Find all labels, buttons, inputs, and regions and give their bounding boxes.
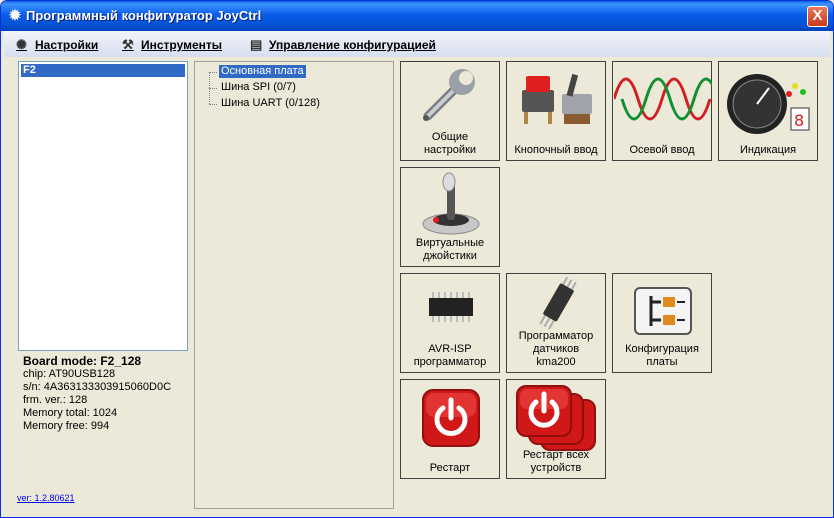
close-button[interactable]: X bbox=[807, 6, 828, 27]
chip-icon bbox=[429, 292, 473, 322]
device-list[interactable]: F2 bbox=[18, 61, 188, 351]
power-icon bbox=[422, 389, 480, 447]
tile-label-line: Виртуальные bbox=[415, 237, 485, 249]
tile-label-line: Общие bbox=[431, 131, 469, 143]
tree-node-main-board[interactable]: Основная плата bbox=[219, 65, 306, 78]
svg-text:8: 8 bbox=[794, 111, 804, 130]
gauge-icon: 8 bbox=[727, 74, 810, 134]
tile-label-line: настройки bbox=[423, 144, 477, 156]
tile-label-line: платы bbox=[646, 356, 678, 368]
sensor-chip-icon bbox=[539, 276, 577, 330]
menu-config-label: Управление конфигурацией bbox=[269, 38, 436, 52]
virtual-joysticks-label: Виртуальные джойстики bbox=[401, 237, 499, 263]
board-mode: Board mode: F2_128 bbox=[23, 354, 142, 368]
menu-tools-label: Инструменты bbox=[141, 38, 223, 52]
power-multi-icon bbox=[516, 385, 596, 451]
avr-isp-label: AVR-ISP программатор bbox=[401, 343, 499, 369]
tree-connector bbox=[209, 104, 217, 105]
restart-label: Рестарт bbox=[429, 462, 471, 474]
general-settings-label: Общие настройки bbox=[401, 131, 499, 157]
restart-all-label: Рестарт всех устройств bbox=[507, 449, 605, 475]
chip-info: chip: AT90USB128 bbox=[23, 368, 116, 380]
menu-config-management[interactable]: ▤ Управление конфигурацией bbox=[250, 37, 436, 53]
restart-tile[interactable]: Рестарт bbox=[400, 379, 500, 479]
axis-input-label: Осевой ввод bbox=[629, 144, 695, 156]
menu-settings[interactable]: ✺ Настройки bbox=[16, 37, 98, 53]
firmware-version: frm. ver.: 128 bbox=[23, 394, 88, 406]
joystick-icon bbox=[422, 172, 480, 235]
button-input-tile[interactable]: Кнопочный ввод bbox=[506, 61, 606, 161]
tile-label-line: устройств bbox=[530, 462, 582, 474]
sensor-programmer-label: Программатор датчиков kma200 bbox=[507, 330, 605, 369]
indication-label: Индикация bbox=[739, 144, 797, 156]
tile-label-line: программатор bbox=[413, 356, 487, 368]
tree-config-icon bbox=[634, 287, 692, 335]
menu-bar: ✺ Настройки ⚒ Инструменты ▤ Управление к… bbox=[4, 31, 830, 57]
restart-all-tile[interactable]: Рестарт всех устройств bbox=[506, 379, 606, 479]
indication-tile[interactable]: 8 Индикация bbox=[718, 61, 818, 161]
tile-label-line: Программатор bbox=[518, 330, 594, 342]
tile-label-line: датчиков bbox=[532, 343, 580, 355]
tree-node-spi[interactable]: Шина SPI (0/7) bbox=[219, 81, 298, 94]
title-bar[interactable]: ✹ Программный конфигуратор JoyCtrl X bbox=[1, 1, 833, 31]
tile-label-line: Рестарт всех bbox=[522, 449, 590, 461]
board-info: Board mode: F2_128 chip: AT90USB128 s/n:… bbox=[23, 355, 193, 433]
menu-settings-label: Настройки bbox=[35, 38, 99, 52]
tree-node-uart[interactable]: Шина UART (0/128) bbox=[219, 97, 322, 110]
version-link[interactable]: ver: 1.2.80621 bbox=[17, 493, 75, 503]
memory-free: Memory free: 994 bbox=[23, 420, 110, 432]
device-list-item-selected[interactable]: F2 bbox=[21, 64, 185, 77]
avr-isp-tile[interactable]: AVR-ISP программатор bbox=[400, 273, 500, 373]
window-title: Программный конфигуратор JoyCtrl bbox=[26, 8, 262, 23]
sensor-programmer-tile[interactable]: Программатор датчиков kma200 bbox=[506, 273, 606, 373]
board-config-tile[interactable]: Конфигурация платы bbox=[612, 273, 712, 373]
virtual-joysticks-tile[interactable]: Виртуальные джойстики bbox=[400, 167, 500, 267]
board-config-label: Конфигурация платы bbox=[613, 343, 711, 369]
tile-label-line: AVR-ISP bbox=[428, 343, 472, 355]
tile-label-line: Конфигурация bbox=[625, 343, 699, 355]
gear-icon: ✹ bbox=[7, 6, 23, 25]
wrench-icon: ⚒ bbox=[122, 37, 134, 52]
wrench-icon bbox=[423, 69, 475, 121]
config-icon: ▤ bbox=[250, 37, 263, 52]
tree-connector bbox=[209, 88, 217, 89]
gear-icon: ✺ bbox=[16, 37, 27, 52]
general-settings-tile[interactable]: Общие настройки bbox=[400, 61, 500, 161]
axis-input-tile[interactable]: Осевой ввод bbox=[612, 61, 712, 161]
serial-number: s/n: 4A363133303915060D0C bbox=[23, 381, 172, 393]
memory-total: Memory total: 1024 bbox=[23, 407, 118, 419]
button-input-label: Кнопочный ввод bbox=[514, 144, 598, 156]
tile-label-line: джойстики bbox=[423, 250, 477, 262]
sine-wave-icon bbox=[614, 77, 712, 121]
device-tree[interactable]: Основная плата Шина SPI (0/7) Шина UART … bbox=[194, 61, 394, 509]
tile-label-line: kma200 bbox=[536, 356, 576, 368]
toggle-switch-icon bbox=[522, 73, 592, 124]
app-window: ✹ Программный конфигуратор JoyCtrl X ✺ Н… bbox=[0, 0, 834, 518]
tree-connector bbox=[209, 72, 217, 73]
menu-tools[interactable]: ⚒ Инструменты bbox=[122, 37, 222, 53]
